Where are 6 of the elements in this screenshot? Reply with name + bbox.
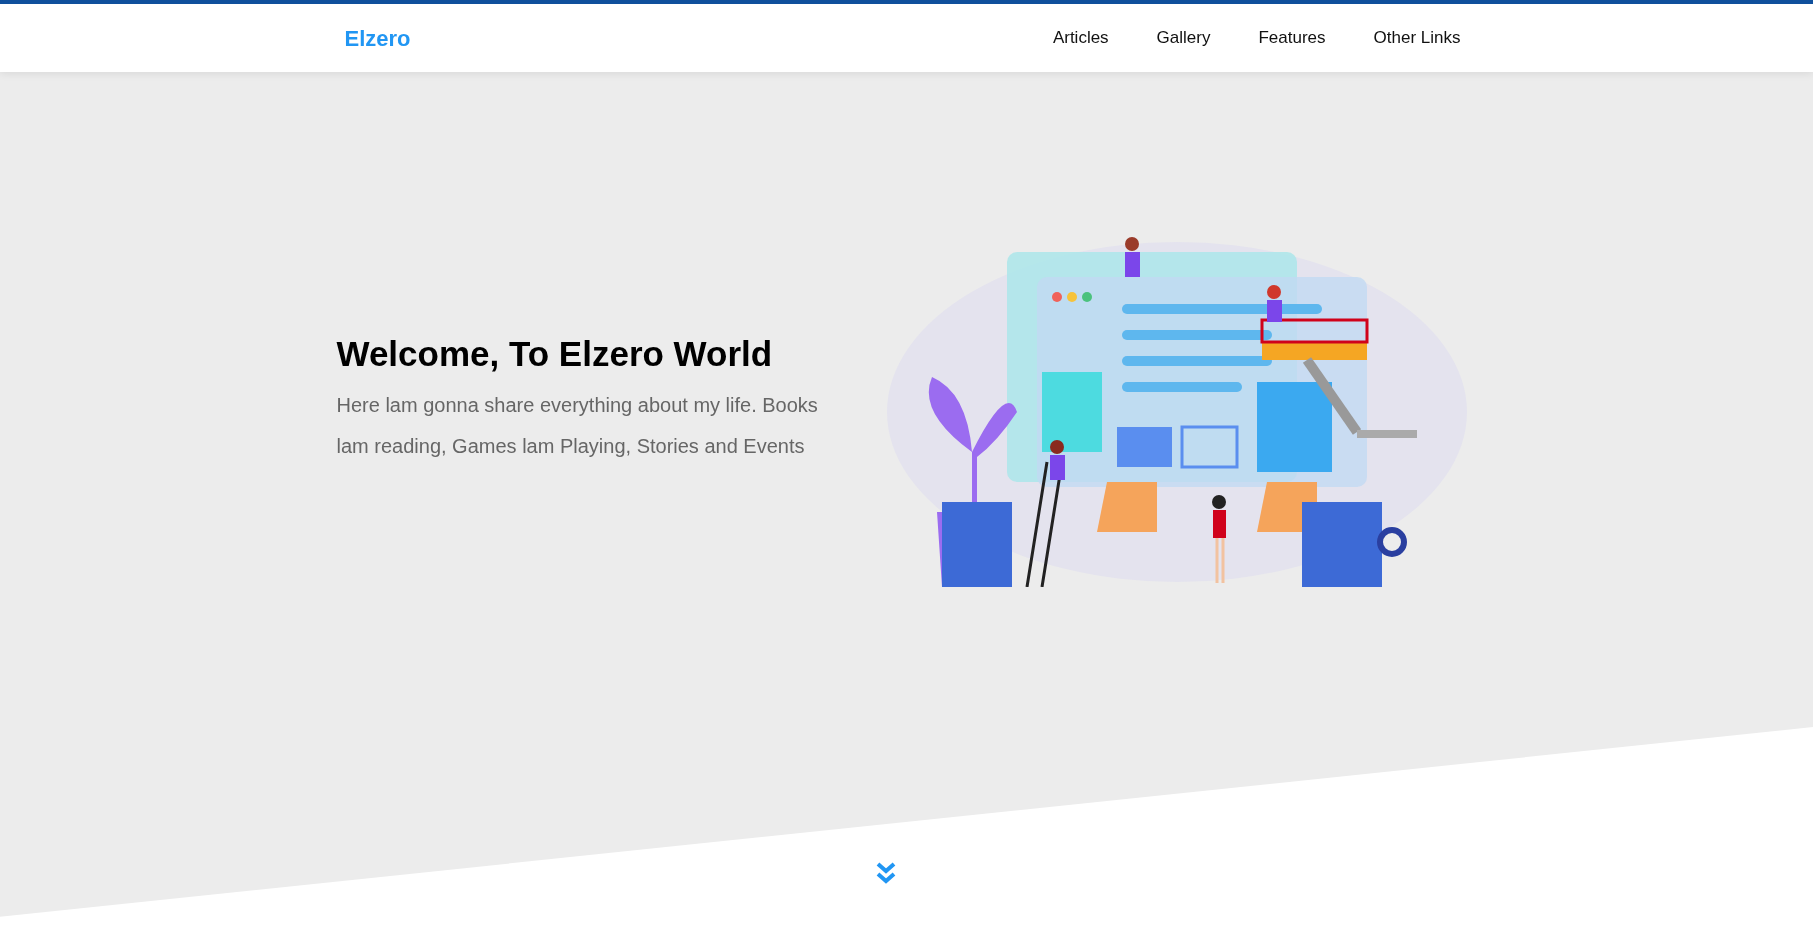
nav-link[interactable]: Other Links — [1373, 25, 1461, 51]
hero-title: Welcome, To Elzero World — [336, 332, 774, 375]
nav-link[interactable]: Gallery — [1156, 25, 1211, 51]
nav-link[interactable]: Articles — [1052, 25, 1109, 51]
nav-link[interactable]: Features — [1258, 25, 1326, 51]
hero-text: Here lam gonna share everything about my life. Books lam reading, Games lam Playing, Stories and Events — [336, 392, 819, 459]
